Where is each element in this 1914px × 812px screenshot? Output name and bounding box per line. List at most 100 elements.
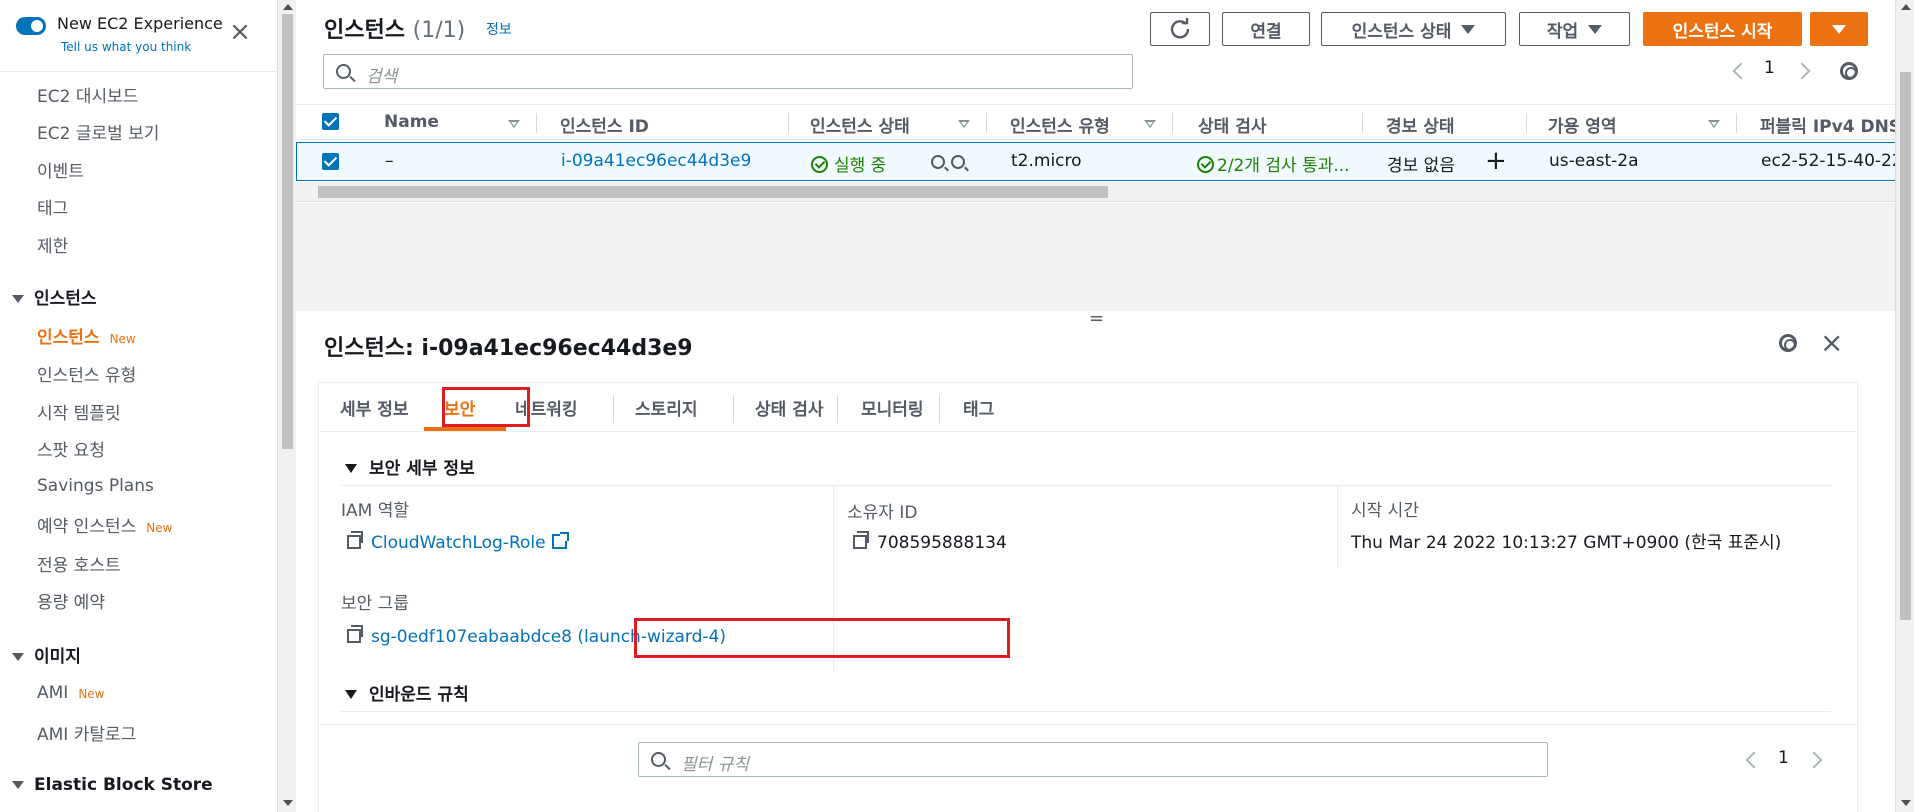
close-icon[interactable]: × (228, 19, 252, 45)
zoom-in-icon[interactable] (931, 155, 945, 169)
sidebar-item-global-view[interactable]: EC2 글로벌 보기 (37, 119, 159, 144)
tab-status-checks[interactable]: 상태 검사 (755, 395, 823, 420)
section-label: 인스턴스 (34, 289, 97, 309)
caret-down-icon (12, 295, 24, 303)
column-header-alarm-status[interactable]: 경보 상태 (1386, 112, 1454, 137)
column-divider[interactable] (788, 113, 789, 133)
tab-tags[interactable]: 태그 (963, 395, 994, 420)
info-link[interactable]: 정보 (486, 19, 512, 39)
sort-icon[interactable] (508, 120, 520, 128)
sort-icon[interactable] (1708, 120, 1720, 128)
sidebar-item-ami[interactable]: AMI New (37, 683, 105, 703)
page-scrollbar[interactable] (1895, 0, 1914, 812)
caret-down-icon (12, 653, 24, 661)
resize-handle[interactable]: = (1089, 310, 1104, 328)
column-divider[interactable] (1172, 113, 1173, 133)
launch-options-dropdown[interactable] (1810, 12, 1868, 46)
tab-monitoring[interactable]: 모니터링 (861, 395, 924, 420)
cell-instance-type: t2.micro (1011, 151, 1082, 171)
feedback-link[interactable]: Tell us what you think (61, 40, 191, 54)
column-divider[interactable] (1362, 113, 1363, 133)
caret-down-icon (1832, 24, 1846, 34)
sidebar-item-ami-catalog[interactable]: AMI 카탈로그 (37, 720, 136, 745)
cell-instance-id[interactable]: i-09a41ec96ec44d3e9 (561, 151, 751, 171)
security-details-header[interactable]: 보안 세부 정보 (345, 454, 475, 479)
sidebar-item-instance-types[interactable]: 인스턴스 유형 (37, 361, 136, 386)
instance-state-dropdown[interactable]: 인스턴스 상태 (1321, 12, 1506, 46)
chevron-right-icon[interactable] (1793, 62, 1811, 80)
sidebar-section-ebs[interactable]: Elastic Block Store (12, 775, 213, 795)
table-row[interactable]: – i-09a41ec96ec44d3e9 실행 중 t2.micro 2/2개… (296, 142, 1903, 181)
launch-instance-button[interactable]: 인스턴스 시작 (1643, 12, 1802, 46)
sidebar-item-reserved-instances[interactable]: 예약 인스턴스 New (37, 512, 172, 537)
table-horizontal-scrollbar[interactable] (296, 182, 1896, 202)
new-badge: New (146, 521, 173, 535)
highlight-security-group (634, 618, 1010, 658)
scroll-down-arrow[interactable] (1901, 800, 1911, 806)
column-header-status-check[interactable]: 상태 검사 (1198, 112, 1266, 137)
sort-icon[interactable] (958, 120, 970, 128)
iam-role-link[interactable]: CloudWatchLog-Role (347, 531, 569, 553)
sidebar-item-limits[interactable]: 제한 (37, 232, 68, 257)
sidebar-section-images[interactable]: 이미지 (12, 642, 81, 667)
section-label: 인바운드 규칙 (369, 685, 469, 705)
tab-storage[interactable]: 스토리지 (635, 395, 698, 420)
column-header-public-dns[interactable]: 퍼블릭 IPv4 DNS (1760, 112, 1901, 137)
gear-icon[interactable] (1779, 334, 1797, 352)
sidebar-item-launch-templates[interactable]: 시작 템플릿 (37, 399, 121, 424)
sidebar-section-instances[interactable]: 인스턴스 (12, 284, 97, 309)
column-divider[interactable] (1526, 113, 1527, 133)
column-header-instance-type[interactable]: 인스턴스 유형 (1010, 112, 1110, 137)
search-input[interactable]: 검색 (323, 54, 1133, 89)
add-alarm-icon[interactable]: + (1485, 146, 1507, 176)
inbound-rules-header[interactable]: 인바운드 규칙 (345, 680, 469, 705)
column-header-instance-id[interactable]: 인스턴스 ID (560, 112, 649, 137)
column-header-instance-state[interactable]: 인스턴스 상태 (810, 112, 910, 137)
sidebar-item-tags[interactable]: 태그 (37, 194, 68, 219)
scrollbar-thumb[interactable] (282, 14, 293, 449)
new-experience-toggle[interactable] (16, 17, 46, 35)
sidebar-item-dedicated-hosts[interactable]: 전용 호스트 (37, 551, 121, 576)
scroll-up-arrow[interactable] (283, 4, 293, 10)
sidebar-item-capacity-reservations[interactable]: 용량 예약 (37, 588, 105, 613)
scroll-down-arrow[interactable] (283, 800, 293, 806)
sidebar-item-spot-requests[interactable]: 스팟 요청 (37, 436, 105, 461)
scrollbar-thumb[interactable] (318, 186, 1108, 198)
column-divider[interactable] (986, 113, 987, 133)
active-tab-indicator (424, 427, 506, 431)
copy-icon[interactable] (347, 531, 363, 549)
sidebar-scrollbar[interactable] (277, 0, 296, 812)
gear-icon[interactable] (1840, 62, 1858, 80)
refresh-button[interactable] (1150, 12, 1210, 46)
page-number[interactable]: 1 (1764, 58, 1775, 78)
sidebar-item-events[interactable]: 이벤트 (37, 157, 84, 182)
column-header-name[interactable]: Name (384, 112, 439, 132)
sidebar-item-ec2-dashboard[interactable]: EC2 대시보드 (37, 82, 138, 107)
sidebar-item-savings-plans[interactable]: Savings Plans (37, 476, 154, 496)
scrollbar-thumb[interactable] (1900, 72, 1911, 620)
sidebar-item-instances[interactable]: 인스턴스 New (37, 323, 136, 348)
caret-down-icon (12, 781, 24, 789)
iam-role-value: CloudWatchLog-Role (371, 533, 546, 553)
filter-rules-input[interactable]: 필터 규칙 (638, 742, 1548, 777)
select-all-checkbox[interactable] (322, 113, 339, 130)
cell-status-check[interactable]: 2/2개 검사 통과... (1197, 151, 1350, 176)
close-icon[interactable]: × (1820, 329, 1843, 357)
row-checkbox[interactable] (322, 153, 339, 170)
column-divider[interactable] (536, 113, 537, 133)
sort-icon[interactable] (1144, 120, 1156, 128)
chevron-left-icon[interactable] (1732, 62, 1750, 80)
actions-dropdown[interactable]: 작업 (1519, 12, 1630, 46)
column-header-availability-zone[interactable]: 가용 영역 (1548, 112, 1616, 137)
copy-icon[interactable] (853, 531, 869, 549)
connect-button[interactable]: 연결 (1222, 12, 1310, 46)
copy-icon[interactable] (347, 625, 363, 643)
scroll-up-arrow[interactable] (1901, 4, 1911, 10)
rules-page-number[interactable]: 1 (1778, 748, 1789, 768)
tab-details[interactable]: 세부 정보 (340, 395, 408, 420)
tab-divider (837, 395, 838, 423)
sidebar-item-label: 예약 인스턴스 (37, 517, 137, 537)
column-divider[interactable] (1736, 113, 1737, 133)
zoom-out-icon[interactable] (951, 155, 965, 169)
launch-time-label: 시작 시간 (1351, 501, 1419, 521)
